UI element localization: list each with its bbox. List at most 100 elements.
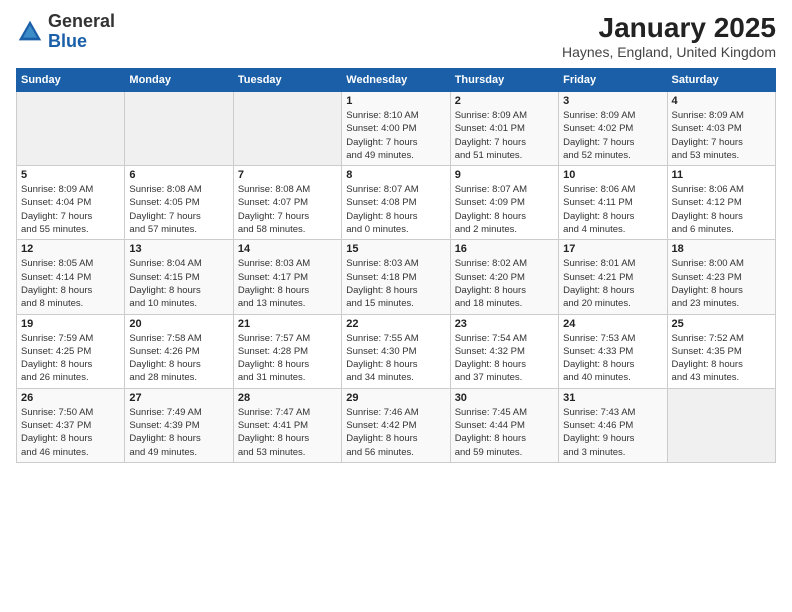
day-detail: Sunrise: 8:06 AM Sunset: 4:12 PM Dayligh…: [672, 183, 771, 236]
calendar-cell: 21Sunrise: 7:57 AM Sunset: 4:28 PM Dayli…: [233, 314, 341, 388]
day-number: 10: [563, 169, 662, 181]
day-number: 27: [129, 392, 228, 404]
calendar-cell: 31 Sunrise: 7:43 AM Sunset: 4:46 PM Dayli…: [559, 388, 667, 462]
day-number: 16: [455, 243, 554, 255]
calendar-cell: [17, 92, 125, 166]
calendar-cell: 18 Sunrise: 8:00 AM Sunset: 4:23 PM Dayli…: [667, 240, 775, 314]
calendar-cell: 24 Sunrise: 7:53 AM Sunset: 4:33 PM Dayli…: [559, 314, 667, 388]
calendar-cell: 27 Sunrise: 7:49 AM Sunset: 4:39 PM Dayli…: [125, 388, 233, 462]
calendar-cell: 1 Sunrise: 8:10 AM Sunset: 4:00 PM Daylig…: [342, 92, 450, 166]
day-detail: Sunrise: 7:54 AM Sunset: 4:32 PM Dayligh…: [455, 332, 554, 385]
calendar-cell: 7 Sunrise: 8:08 AM Sunset: 4:07 PM Daylig…: [233, 166, 341, 240]
day-number: 25: [672, 318, 771, 330]
weekday-header-saturday: Saturday: [667, 69, 775, 92]
day-detail: Sunrise: 7:47 AM Sunset: 4:41 PM Dayligh…: [238, 406, 337, 459]
calendar-cell: 13Sunrise: 8:04 AM Sunset: 4:15 PM Dayli…: [125, 240, 233, 314]
calendar-cell: 10 Sunrise: 8:06 AM Sunset: 4:11 PM Dayli…: [559, 166, 667, 240]
week-row-3: 12 Sunrise: 8:05 AM Sunset: 4:14 PM Dayli…: [17, 240, 776, 314]
day-detail: Sunrise: 8:06 AM Sunset: 4:11 PM Dayligh…: [563, 183, 662, 236]
day-number: 23: [455, 318, 554, 330]
day-detail: Sunrise: 8:07 AM Sunset: 4:08 PM Dayligh…: [346, 183, 445, 236]
calendar-header: SundayMondayTuesdayWednesdayThursdayFrid…: [17, 69, 776, 92]
day-detail: Sunrise: 8:07 AM Sunset: 4:09 PM Dayligh…: [455, 183, 554, 236]
calendar-cell: 16 Sunrise: 8:02 AM Sunset: 4:20 PM Dayli…: [450, 240, 558, 314]
week-row-5: 26Sunrise: 7:50 AM Sunset: 4:37 PM Dayli…: [17, 388, 776, 462]
calendar-cell: 8 Sunrise: 8:07 AM Sunset: 4:08 PM Daylig…: [342, 166, 450, 240]
weekday-header-thursday: Thursday: [450, 69, 558, 92]
calendar-cell: 28 Sunrise: 7:47 AM Sunset: 4:41 PM Dayli…: [233, 388, 341, 462]
day-number: 12: [21, 243, 120, 255]
calendar-cell: 19Sunrise: 7:59 AM Sunset: 4:25 PM Dayli…: [17, 314, 125, 388]
calendar-cell: 23 Sunrise: 7:54 AM Sunset: 4:32 PM Dayli…: [450, 314, 558, 388]
day-number: 31: [563, 392, 662, 404]
logo-text: General Blue: [48, 12, 115, 52]
day-number: 24: [563, 318, 662, 330]
day-detail: Sunrise: 7:58 AM Sunset: 4:26 PM Dayligh…: [129, 332, 228, 385]
day-detail: Sunrise: 8:08 AM Sunset: 4:07 PM Dayligh…: [238, 183, 337, 236]
weekday-row: SundayMondayTuesdayWednesdayThursdayFrid…: [17, 69, 776, 92]
calendar-cell: 25Sunrise: 7:52 AM Sunset: 4:35 PM Dayli…: [667, 314, 775, 388]
weekday-header-friday: Friday: [559, 69, 667, 92]
day-detail: Sunrise: 8:09 AM Sunset: 4:04 PM Dayligh…: [21, 183, 120, 236]
calendar-cell: [125, 92, 233, 166]
calendar-cell: 20 Sunrise: 7:58 AM Sunset: 4:26 PM Dayli…: [125, 314, 233, 388]
day-detail: Sunrise: 8:10 AM Sunset: 4:00 PM Dayligh…: [346, 109, 445, 162]
day-number: 17: [563, 243, 662, 255]
calendar-cell: 17 Sunrise: 8:01 AM Sunset: 4:21 PM Dayli…: [559, 240, 667, 314]
day-detail: Sunrise: 8:01 AM Sunset: 4:21 PM Dayligh…: [563, 257, 662, 310]
calendar-table: SundayMondayTuesdayWednesdayThursdayFrid…: [16, 68, 776, 463]
day-number: 15: [346, 243, 445, 255]
day-detail: Sunrise: 8:09 AM Sunset: 4:01 PM Dayligh…: [455, 109, 554, 162]
day-detail: Sunrise: 8:09 AM Sunset: 4:02 PM Dayligh…: [563, 109, 662, 162]
header: General Blue January 2025 Haynes, Englan…: [16, 12, 776, 60]
title-block: January 2025 Haynes, England, United Kin…: [562, 12, 776, 60]
day-detail: Sunrise: 7:46 AM Sunset: 4:42 PM Dayligh…: [346, 406, 445, 459]
logo-general: General: [48, 11, 115, 31]
day-detail: Sunrise: 7:49 AM Sunset: 4:39 PM Dayligh…: [129, 406, 228, 459]
week-row-1: 1 Sunrise: 8:10 AM Sunset: 4:00 PM Daylig…: [17, 92, 776, 166]
day-number: 20: [129, 318, 228, 330]
day-detail: Sunrise: 8:02 AM Sunset: 4:20 PM Dayligh…: [455, 257, 554, 310]
day-detail: Sunrise: 8:03 AM Sunset: 4:18 PM Dayligh…: [346, 257, 445, 310]
day-number: 4: [672, 95, 771, 107]
day-detail: Sunrise: 7:53 AM Sunset: 4:33 PM Dayligh…: [563, 332, 662, 385]
calendar-cell: 15 Sunrise: 8:03 AM Sunset: 4:18 PM Dayli…: [342, 240, 450, 314]
day-number: 11: [672, 169, 771, 181]
calendar-cell: 29Sunrise: 7:46 AM Sunset: 4:42 PM Dayli…: [342, 388, 450, 462]
weekday-header-monday: Monday: [125, 69, 233, 92]
weekday-header-tuesday: Tuesday: [233, 69, 341, 92]
logo-blue: Blue: [48, 31, 87, 51]
page: General Blue January 2025 Haynes, Englan…: [0, 0, 792, 612]
week-row-2: 5Sunrise: 8:09 AM Sunset: 4:04 PM Daylig…: [17, 166, 776, 240]
day-number: 7: [238, 169, 337, 181]
day-number: 18: [672, 243, 771, 255]
day-detail: Sunrise: 8:08 AM Sunset: 4:05 PM Dayligh…: [129, 183, 228, 236]
calendar-cell: 22Sunrise: 7:55 AM Sunset: 4:30 PM Dayli…: [342, 314, 450, 388]
calendar-cell: [233, 92, 341, 166]
day-number: 28: [238, 392, 337, 404]
day-detail: Sunrise: 8:05 AM Sunset: 4:14 PM Dayligh…: [21, 257, 120, 310]
day-number: 26: [21, 392, 120, 404]
day-detail: Sunrise: 8:00 AM Sunset: 4:23 PM Dayligh…: [672, 257, 771, 310]
day-number: 1: [346, 95, 445, 107]
day-number: 8: [346, 169, 445, 181]
day-detail: Sunrise: 8:04 AM Sunset: 4:15 PM Dayligh…: [129, 257, 228, 310]
day-detail: Sunrise: 8:09 AM Sunset: 4:03 PM Dayligh…: [672, 109, 771, 162]
calendar-subtitle: Haynes, England, United Kingdom: [562, 44, 776, 60]
calendar-cell: [667, 388, 775, 462]
day-detail: Sunrise: 8:03 AM Sunset: 4:17 PM Dayligh…: [238, 257, 337, 310]
day-number: 6: [129, 169, 228, 181]
calendar-cell: 3Sunrise: 8:09 AM Sunset: 4:02 PM Daylig…: [559, 92, 667, 166]
day-detail: Sunrise: 7:55 AM Sunset: 4:30 PM Dayligh…: [346, 332, 445, 385]
day-number: 19: [21, 318, 120, 330]
calendar-body: 1 Sunrise: 8:10 AM Sunset: 4:00 PM Daylig…: [17, 92, 776, 463]
day-number: 2: [455, 95, 554, 107]
calendar-cell: 6 Sunrise: 8:08 AM Sunset: 4:05 PM Daylig…: [125, 166, 233, 240]
day-detail: Sunrise: 7:43 AM Sunset: 4:46 PM Dayligh…: [563, 406, 662, 459]
calendar-title: January 2025: [562, 12, 776, 44]
week-row-4: 19Sunrise: 7:59 AM Sunset: 4:25 PM Dayli…: [17, 314, 776, 388]
calendar-cell: 14Sunrise: 8:03 AM Sunset: 4:17 PM Dayli…: [233, 240, 341, 314]
day-number: 9: [455, 169, 554, 181]
day-number: 30: [455, 392, 554, 404]
calendar-cell: 12 Sunrise: 8:05 AM Sunset: 4:14 PM Dayli…: [17, 240, 125, 314]
